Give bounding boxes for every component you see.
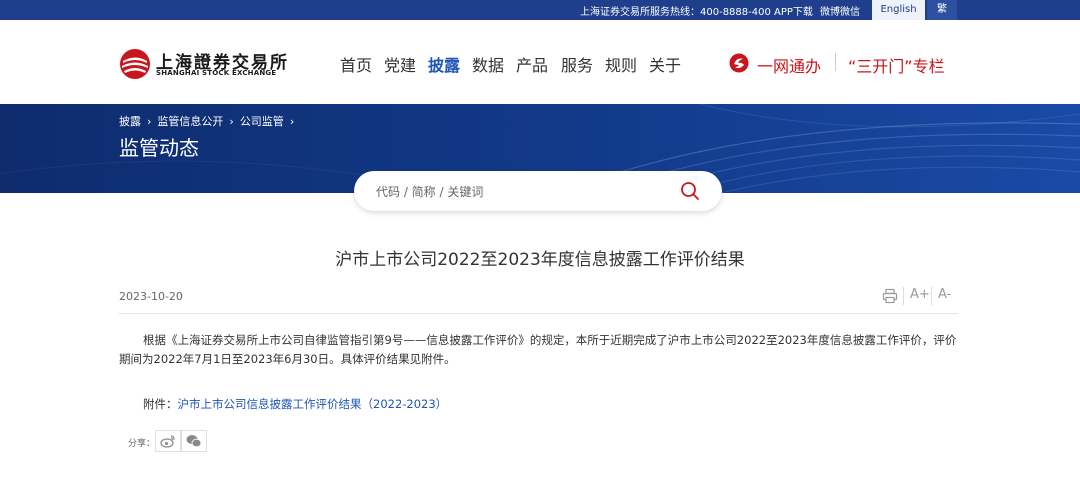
breadcrumb-item-regulatory-info[interactable]: 监管信息公开 [157,115,223,128]
breadcrumb-item-disclosure[interactable]: 披露 [119,115,141,128]
share-wechat-button[interactable] [181,430,207,452]
search-icon[interactable] [680,181,700,201]
nav-item-rules[interactable]: 规则 [605,52,637,76]
article-title: 沪市上市公司2022至2023年度信息披露工作评价结果 [335,250,745,270]
article-body: 根据《上海证券交易所上市公司自律监管指引第9号——信息披露工作评价》的规定，本所… [119,333,957,366]
wechat-icon [186,435,202,448]
share-weibo-button[interactable] [155,430,181,452]
english-link[interactable]: English [872,0,925,20]
breadcrumb-chevron-icon: › [289,115,295,128]
search-box[interactable]: 代码 / 简称 / 关键词 [354,171,722,211]
traditional-chinese-link[interactable]: 繁 [927,0,957,20]
nav-item-disclosure[interactable]: 披露 [428,52,460,76]
top-utility-bar: 上海证券交易所服务热线：400-8888-400 APP下载 微博微信 Engl… [0,0,1080,20]
service-hotline: 上海证券交易所服务热线：400-8888-400 [580,7,771,18]
weibo-weixin-link[interactable]: 微博微信 [820,3,860,18]
sankai-column-link[interactable]: “三开门”专栏 [848,53,945,77]
share-label: 分享： [128,439,156,449]
font-decrease-button[interactable]: A- [938,287,951,302]
breadcrumb-item-company-supervision[interactable]: 公司监管 [240,115,284,128]
breadcrumb-chevron-icon: › [229,115,234,128]
tool-divider [903,287,904,305]
header-divider [835,53,836,71]
yiwang-logo-icon [729,53,749,73]
yiwang-label: 一网通办 [757,57,822,76]
sse-logo[interactable]: 上海證券交易所 SHANGHAI STOCK EXCHANGE [119,46,287,82]
nav-item-data[interactable]: 数据 [472,52,504,76]
page-title: 监管动态 [119,136,199,160]
weibo-icon [160,435,175,448]
breadcrumb-chevron-icon: › [147,115,152,128]
nav-item-products[interactable]: 产品 [516,52,548,76]
nav-item-about[interactable]: 关于 [649,52,681,76]
nav-item-home[interactable]: 首页 [340,52,372,76]
print-icon[interactable] [882,288,898,304]
font-increase-button[interactable]: A+ [910,287,930,302]
title-divider [119,313,958,314]
logo-english-name: SHANGHAI STOCK EXCHANGE [156,69,277,77]
nav-item-party[interactable]: 党建 [384,52,416,76]
attachment-row: 附件：沪市上市公司信息披露工作评价结果（2022-2023） [143,396,447,412]
nav-item-services[interactable]: 服务 [561,52,593,76]
tool-divider [931,287,932,305]
publish-date: 2023-10-20 [119,290,183,303]
search-input[interactable]: 代码 / 简称 / 关键词 [376,183,483,200]
breadcrumb: 披露 › 监管信息公开 › 公司监管 › [119,113,300,129]
app-download-link[interactable]: APP下载 [774,3,813,18]
attachment-link[interactable]: 沪市上市公司信息披露工作评价结果（2022-2023） [178,397,448,411]
sse-logo-mark-icon [120,49,150,79]
attachment-label: 附件： [143,397,178,411]
